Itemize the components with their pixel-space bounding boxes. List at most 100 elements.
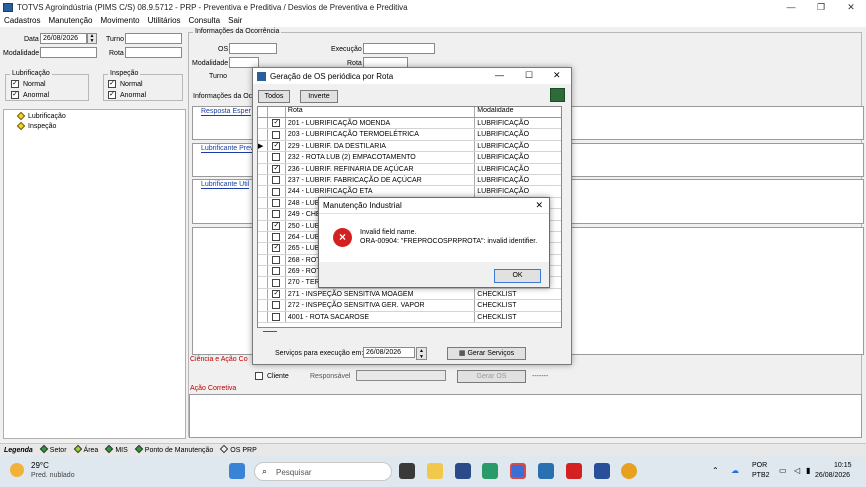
menu-sair[interactable]: Sair [228,16,242,25]
totvs-app-icon[interactable] [510,463,526,479]
row-selector[interactable] [258,118,268,129]
grid-row[interactable]: ✓ 236 - LUBRIF. REFINARIA DE AÇÚCAR LUBRIF… [258,163,561,175]
row-checkbox[interactable]: ✓ [268,220,286,231]
row-checkbox[interactable] [268,300,286,311]
close-button[interactable]: ✕ [836,0,866,14]
row-checkbox[interactable]: ✓ [268,140,286,152]
row-checkbox[interactable] [268,129,286,140]
row-checkbox[interactable]: ✓ [268,118,286,129]
row-checkbox[interactable] [268,186,286,197]
row-selector[interactable] [258,254,268,266]
insp-normal-checkbox[interactable]: ✓ Normal [108,80,143,88]
file-explorer-icon[interactable] [427,463,443,479]
row-selector[interactable] [258,277,268,288]
modalidade-input[interactable] [40,47,97,58]
ok-button[interactable]: OK [494,269,541,283]
windows-start-icon[interactable] [229,463,245,479]
gerar-servicos-button[interactable]: ▦ Gerar Serviços [447,347,526,360]
maximize-button[interactable]: ☐ [525,70,533,81]
row-selector[interactable] [258,231,268,243]
row-selector[interactable] [258,266,268,277]
row-selector[interactable] [258,174,268,186]
cliente-checkbox[interactable]: Cliente [255,372,289,380]
row-checkbox[interactable] [268,266,286,277]
acao-corretiva-panel[interactable] [189,394,862,438]
grid-row[interactable]: 4001 - ROTA SACAROSE CHECKLIST [258,311,561,324]
row-selector[interactable]: ▶ [258,140,268,152]
servicos-date-spinner[interactable]: ▲ ▼ [416,347,427,360]
store-icon[interactable] [455,463,471,479]
row-selector[interactable] [258,197,268,209]
date-spinner[interactable]: ▲ ▼ [87,33,97,44]
execucao-input[interactable] [363,43,435,54]
row-checkbox[interactable] [268,197,286,209]
rota-input[interactable] [125,47,182,58]
row-selector[interactable] [258,209,268,220]
gerar-os-button[interactable]: Gerar OS [457,370,526,383]
menu-movimento[interactable]: Movimento [101,16,140,25]
speaker-icon[interactable]: ◁ [794,466,800,475]
grid-row[interactable]: 203 - LUBRIFICAÇÃO TERMOELÉTRICA LUBRIFIC… [258,129,561,141]
close-button[interactable]: ✕ [553,70,561,81]
row-checkbox[interactable] [268,174,286,186]
row-checkbox[interactable]: ✓ [268,163,286,174]
turno-input[interactable] [125,33,182,44]
menu-manutencao[interactable]: Manutenção [48,16,92,25]
lub-normal-checkbox[interactable]: ✓ Normal [11,80,46,88]
row-selector[interactable] [258,288,268,300]
task-view-icon[interactable] [399,463,415,479]
row-selector[interactable] [258,163,268,174]
exit-icon[interactable] [550,88,565,102]
row-selector[interactable] [258,220,268,231]
row-checkbox[interactable] [268,209,286,220]
row-checkbox[interactable] [268,311,286,323]
inverte-button[interactable]: Inverte [300,90,338,103]
row-checkbox[interactable] [268,231,286,243]
row-selector[interactable] [258,152,268,163]
minimize-button[interactable]: — [495,70,504,80]
grid-row[interactable]: 272 - INSPEÇÃO SENSITIVA GER. VAPOR CHECK… [258,300,561,312]
chevron-up-icon[interactable]: ⌃ [712,466,719,475]
lang-label[interactable]: POR [752,462,767,469]
tree-item-inspecao[interactable]: Inspeção [4,121,185,131]
app-window-icon[interactable] [538,463,554,479]
todos-button[interactable]: Todos [258,90,290,103]
maximize-button[interactable]: ❐ [806,0,836,14]
clock-time[interactable]: 10:15 [834,462,852,469]
acrobat-icon[interactable] [566,463,582,479]
row-checkbox[interactable] [268,254,286,266]
generic-app-icon[interactable] [594,463,610,479]
grid-row[interactable]: ✓ 201 - LUBRIFICAÇÃO MOENDA LUBRIFICAÇÃO [258,118,561,130]
taskbar-search[interactable]: ⌕ Pesquisar [254,462,392,481]
clock-date[interactable]: 26/08/2026 [815,472,850,479]
chrome-icon[interactable] [621,463,637,479]
tree-item-lubrificacao[interactable]: Lubrificação [4,111,185,121]
menu-cadastros[interactable]: Cadastros [4,16,40,25]
row-selector[interactable] [258,243,268,254]
row-selector[interactable] [258,186,268,197]
grid-row[interactable]: 232 - ROTA LUB (2) EMPACOTAMENTO LUBRIFIC… [258,152,561,164]
grid-row[interactable]: ▶ ✓ 229 - LUBRIF. DA DESTILARIA LUBRIFICAÇÃ… [258,140,561,153]
menu-consulta[interactable]: Consulta [189,16,221,25]
servicos-date-input[interactable]: 26/08/2026 [363,347,415,358]
insp-anormal-checkbox[interactable]: ✓ Anormal [108,91,146,99]
menu-utilitarios[interactable]: Utilitários [148,16,181,25]
responsavel-input[interactable] [356,370,446,381]
error-close-button[interactable]: ✕ [535,200,543,211]
edge-icon[interactable] [482,463,498,479]
row-selector[interactable] [258,311,268,323]
row-checkbox[interactable] [268,152,286,163]
lub-anormal-checkbox[interactable]: ✓ Anormal [11,91,49,99]
grid-row[interactable]: ✓ 271 - INSPEÇÃO SENSITIVA MOAGEM CHECKLIS… [258,288,561,301]
network-icon[interactable]: ▭ [779,466,787,475]
battery-icon[interactable]: ▮ [806,466,810,475]
row-checkbox[interactable]: ✓ [268,288,286,300]
grid-row[interactable]: 237 - LUBRIF. FABRICAÇÃO DE AÇÚCAR LUBRIF… [258,174,561,187]
os-input[interactable] [229,43,277,54]
row-checkbox[interactable] [268,277,286,288]
row-checkbox[interactable]: ✓ [268,243,286,254]
row-selector[interactable] [258,300,268,311]
minimize-button[interactable]: — [776,0,806,14]
row-selector[interactable] [258,129,268,140]
data-input[interactable]: 26/08/2026 [40,33,87,44]
